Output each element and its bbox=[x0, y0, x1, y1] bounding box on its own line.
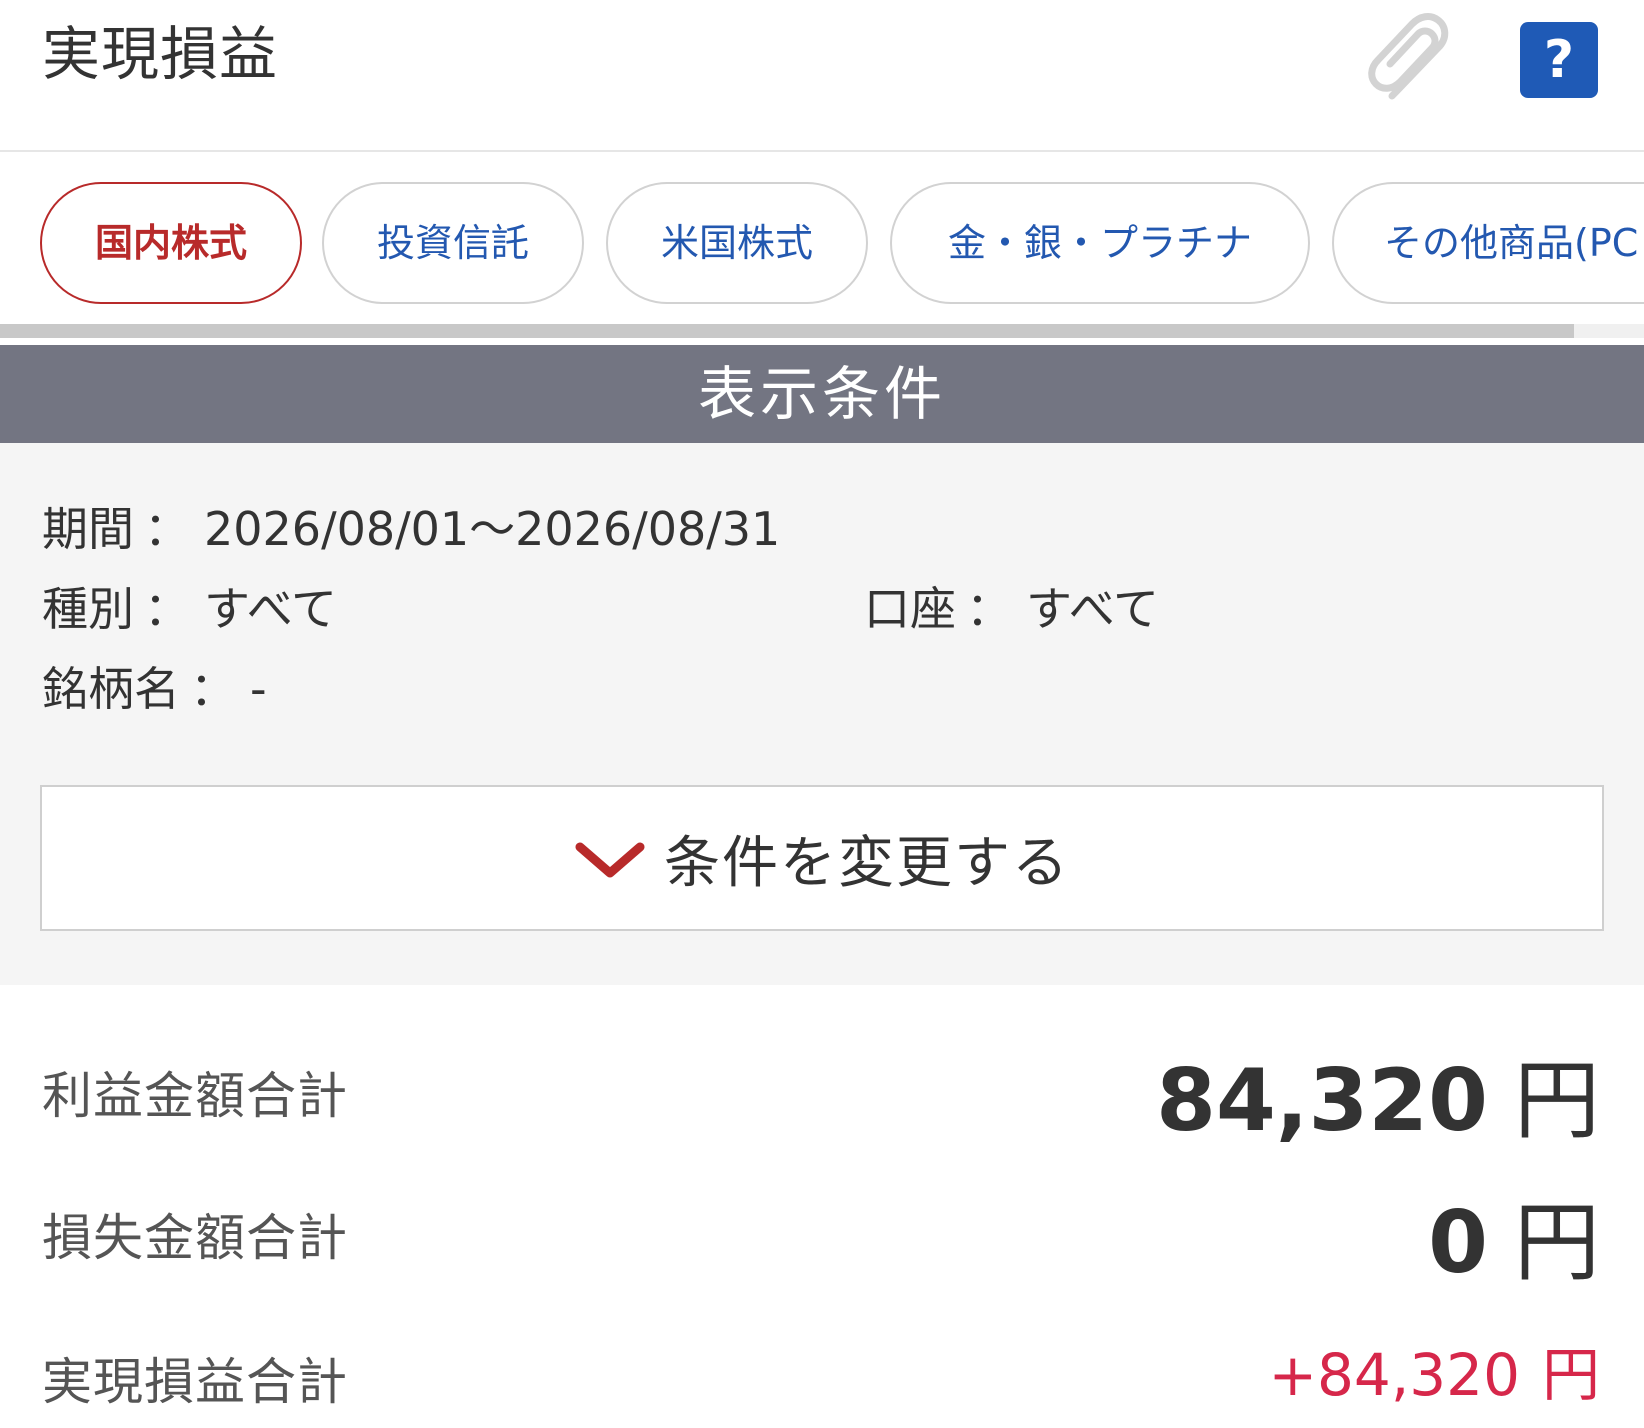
tab-other-products[interactable]: その他商品(PC bbox=[1332, 182, 1644, 304]
change-conditions-label: 条件を変更する bbox=[664, 830, 1070, 896]
category-tabs: 国内株式 投資信託 米国株式 金・銀・プラチナ その他商品(PC bbox=[0, 152, 1644, 324]
conditions-section-title: 表示条件 bbox=[0, 345, 1644, 443]
type-label: 種別 bbox=[42, 582, 134, 636]
help-button[interactable]: ? bbox=[1520, 22, 1598, 98]
account-separator: ： bbox=[966, 582, 1012, 636]
period-value: 2026/08/01～2026/08/31 bbox=[204, 502, 781, 556]
loss-total-amount: 0 bbox=[1428, 1193, 1488, 1293]
header-bar: 実現損益 ? bbox=[0, 0, 1644, 152]
realized-total-amount: +84,320 bbox=[1268, 1341, 1520, 1409]
realized-total-row: 実現損益合計 +84,320 円 bbox=[0, 1318, 1644, 1428]
period-row: 期間： 2026/08/01～2026/08/31 bbox=[42, 499, 780, 559]
issue-row: 銘柄名： - bbox=[42, 659, 267, 719]
tab-gold-silver-platinum[interactable]: 金・銀・プラチナ bbox=[890, 182, 1310, 304]
realized-pnl-screen: 実現損益 ? 国内株式 投資信託 米国株式 金・銀・プラチナ その他商品(PC … bbox=[0, 0, 1644, 1428]
conditions-panel: 期間： 2026/08/01～2026/08/31 種別：すべて 口座：すべて 銘… bbox=[0, 443, 1644, 985]
profit-total-unit: 円 bbox=[1514, 1051, 1600, 1151]
issue-value: - bbox=[250, 662, 267, 716]
loss-total-unit: 円 bbox=[1514, 1193, 1600, 1293]
realized-total-unit: 円 bbox=[1541, 1341, 1600, 1409]
period-label: 期間 bbox=[42, 502, 134, 556]
realized-total-label: 実現損益合計 bbox=[42, 1353, 348, 1411]
profit-total-label: 利益金額合計 bbox=[42, 1067, 348, 1125]
tab-mutual-funds[interactable]: 投資信託 bbox=[322, 182, 584, 304]
tabs-scrollbar-thumb[interactable] bbox=[0, 324, 1574, 338]
issue-separator: ： bbox=[190, 662, 236, 716]
loss-total-row: 損失金額合計 0円 bbox=[0, 1172, 1644, 1293]
change-conditions-button[interactable]: 条件を変更する bbox=[40, 785, 1604, 931]
profit-total-value: 84,320 円 bbox=[1156, 1030, 1600, 1155]
issue-label: 銘柄名 bbox=[42, 662, 180, 716]
realized-total-value: +84,320 円 bbox=[1268, 1328, 1600, 1412]
page-title: 実現損益 bbox=[42, 20, 279, 88]
tab-domestic-stocks[interactable]: 国内株式 bbox=[40, 182, 302, 304]
loss-total-value: 0円 bbox=[1428, 1172, 1600, 1297]
account-row: 口座： すべて bbox=[864, 579, 1159, 639]
account-value: すべて bbox=[1026, 582, 1159, 636]
profit-total-row: 利益金額合計 84,320 円 bbox=[0, 1030, 1644, 1151]
chevron-down-icon bbox=[575, 842, 645, 878]
tab-us-stocks[interactable]: 米国株式 bbox=[606, 182, 868, 304]
type-value: すべて bbox=[204, 582, 337, 636]
period-separator: ： bbox=[144, 502, 190, 556]
account-label: 口座 bbox=[864, 582, 956, 636]
type-row: 種別： すべて bbox=[42, 579, 337, 639]
loss-total-label: 損失金額合計 bbox=[42, 1209, 348, 1267]
tabs-scrollbar[interactable] bbox=[0, 324, 1644, 338]
profit-total-amount: 84,320 bbox=[1156, 1051, 1488, 1151]
paperclip-icon[interactable] bbox=[1362, 12, 1466, 108]
type-separator: ： bbox=[144, 582, 190, 636]
